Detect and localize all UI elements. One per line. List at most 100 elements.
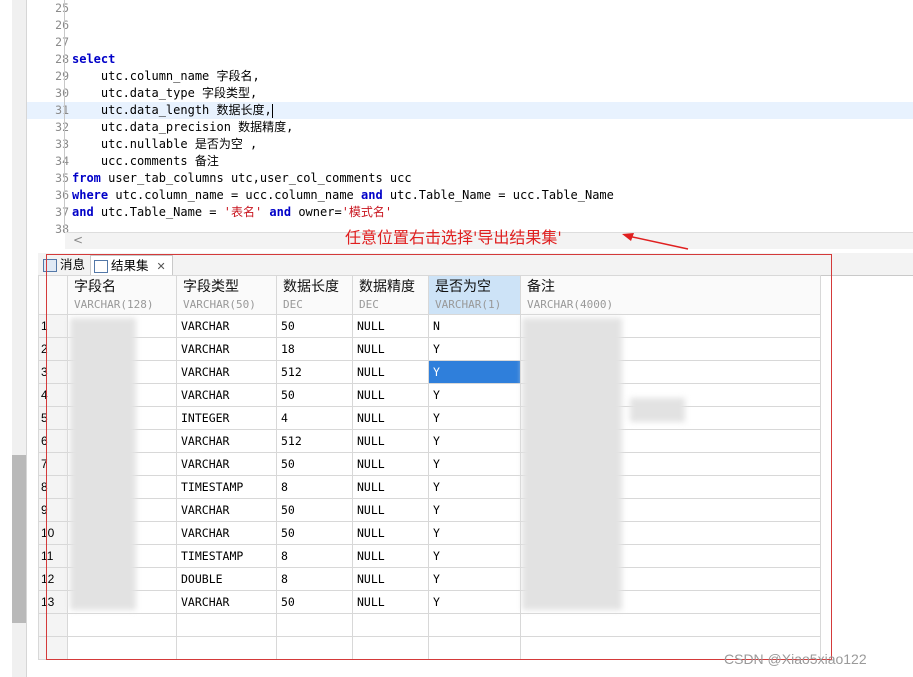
table-cell[interactable]: NULL xyxy=(352,521,429,545)
table-cell[interactable]: VARCHAR xyxy=(176,314,277,338)
table-row[interactable]: 13 VARCHAR 50 NULL Y xyxy=(38,590,821,614)
table-cell[interactable]: VARCHAR xyxy=(176,383,277,407)
table-cell[interactable]: 50 xyxy=(276,521,353,545)
sql-editor[interactable]: 25 26 27 28 select 29 utc.column_name 字段名, 30 … xyxy=(27,0,913,236)
line-number: 34 xyxy=(55,154,69,168)
table-cell[interactable]: 50 xyxy=(276,498,353,522)
column-header[interactable]: 是否为空 VARCHAR(1) xyxy=(428,275,521,315)
table-row[interactable]: 2 VARCHAR 18 NULL Y xyxy=(38,337,821,361)
table-cell[interactable]: NULL xyxy=(352,567,429,591)
row-number: 9 xyxy=(38,498,68,522)
scroll-left-icon[interactable]: < xyxy=(73,233,83,247)
row-number-header xyxy=(38,275,68,315)
code-line[interactable]: 32 utc.data_precision 数据精度, xyxy=(27,119,913,136)
table-cell[interactable]: TIMESTAMP xyxy=(176,475,277,499)
column-type: DEC xyxy=(359,298,379,311)
column-header[interactable]: 数据长度 DEC xyxy=(276,275,353,315)
column-header[interactable]: 数据精度 DEC xyxy=(352,275,429,315)
code-line[interactable]: 36 where utc.column_name = ucc.column_nam… xyxy=(27,187,913,204)
table-row[interactable]: 10 VARCHAR 50 NULL Y xyxy=(38,521,821,545)
line-number: 32 xyxy=(55,120,69,134)
table-row[interactable]: 12 DOUBLE 8 NULL Y xyxy=(38,567,821,591)
table-row[interactable]: 8 TIMESTAMP 8 NULL Y xyxy=(38,475,821,499)
column-name: 数据精度 xyxy=(359,279,415,295)
code-line[interactable]: 35 from user_tab_columns utc,user_col_com… xyxy=(27,170,913,187)
code-line[interactable]: 33 utc.nullable 是否为空 , xyxy=(27,136,913,153)
table-cell[interactable]: 50 xyxy=(276,383,353,407)
table-cell[interactable]: VARCHAR xyxy=(176,360,277,384)
column-header[interactable]: 备注 VARCHAR(4000) xyxy=(520,275,821,315)
table-cell[interactable]: 8 xyxy=(276,567,353,591)
code-line[interactable]: 29 utc.column_name 字段名, xyxy=(27,68,913,85)
code-line[interactable]: 30 utc.data_type 字段类型, xyxy=(27,85,913,102)
table-row[interactable]: 1 VARCHAR 50 NULL N xyxy=(38,314,821,338)
table-cell[interactable]: NULL xyxy=(352,429,429,453)
table-cell[interactable]: Y xyxy=(428,452,521,476)
column-header[interactable]: 字段类型 VARCHAR(50) xyxy=(176,275,277,315)
table-cell[interactable]: 8 xyxy=(276,475,353,499)
table-cell[interactable]: NULL xyxy=(352,452,429,476)
tab-resultset[interactable]: 结果集 ✕ xyxy=(90,255,173,276)
table-cell[interactable]: NULL xyxy=(352,337,429,361)
table-row[interactable]: 11 TIMESTAMP 8 NULL Y xyxy=(38,544,821,568)
table-cell[interactable]: NULL xyxy=(352,544,429,568)
table-cell[interactable]: NULL xyxy=(352,360,429,384)
table-cell[interactable]: Y xyxy=(428,544,521,568)
table-cell[interactable]: VARCHAR xyxy=(176,521,277,545)
table-cell[interactable]: Y xyxy=(428,498,521,522)
code-line[interactable]: 25 xyxy=(27,0,913,17)
table-row[interactable]: 7 VARCHAR 50 NULL Y xyxy=(38,452,821,476)
table-cell[interactable]: N xyxy=(428,314,521,338)
table-cell[interactable]: Y xyxy=(428,567,521,591)
table-cell[interactable]: VARCHAR xyxy=(176,590,277,614)
table-cell[interactable]: 50 xyxy=(276,452,353,476)
line-number: 38 xyxy=(55,222,69,236)
table-cell[interactable]: 50 xyxy=(276,314,353,338)
table-cell[interactable]: 512 xyxy=(276,360,353,384)
table-cell[interactable]: NULL xyxy=(352,590,429,614)
table-cell[interactable]: Y xyxy=(428,521,521,545)
tab-messages[interactable]: 消息 xyxy=(40,255,85,275)
code-line[interactable]: 27 xyxy=(27,34,913,51)
line-number: 37 xyxy=(55,205,69,219)
table-cell[interactable]: Y xyxy=(428,383,521,407)
redacted-comments-extra xyxy=(630,398,685,422)
table-cell[interactable]: Y xyxy=(428,337,521,361)
code-line[interactable]: 31 utc.data_length 数据长度, xyxy=(27,102,913,119)
table-cell[interactable]: Y xyxy=(428,590,521,614)
result-grid[interactable]: 字段名 VARCHAR(128) 字段类型 VARCHAR(50) 数据长度 DEC 数据精… xyxy=(38,275,821,660)
table-cell[interactable]: VARCHAR xyxy=(176,337,277,361)
table-cell[interactable]: Y xyxy=(428,475,521,499)
table-cell[interactable]: Y xyxy=(428,429,521,453)
table-cell[interactable]: INTEGER xyxy=(176,406,277,430)
table-cell[interactable]: NULL xyxy=(352,406,429,430)
code-line[interactable]: 28 select xyxy=(27,51,913,68)
table-row[interactable]: 4 VARCHAR 50 NULL Y xyxy=(38,383,821,407)
table-row[interactable]: 9 VARCHAR 50 NULL Y xyxy=(38,498,821,522)
scrollbar-thumb[interactable] xyxy=(12,455,26,623)
table-cell[interactable]: VARCHAR xyxy=(176,498,277,522)
table-cell[interactable]: NULL xyxy=(352,314,429,338)
table-row[interactable]: 5 INTEGER 4 NULL Y xyxy=(38,406,821,430)
table-cell[interactable]: VARCHAR xyxy=(176,452,277,476)
table-row[interactable]: 6 VARCHAR 512 NULL Y xyxy=(38,429,821,453)
column-header[interactable]: 字段名 VARCHAR(128) xyxy=(67,275,177,315)
table-cell[interactable]: DOUBLE xyxy=(176,567,277,591)
table-row[interactable]: 3 VARCHAR 512 NULL Y xyxy=(38,360,821,384)
code-line[interactable]: 37 and utc.Table_Name = '表名' and owner='模… xyxy=(27,204,913,221)
table-cell[interactable]: 4 xyxy=(276,406,353,430)
table-cell[interactable]: Y xyxy=(428,406,521,430)
table-cell[interactable]: 18 xyxy=(276,337,353,361)
table-cell[interactable]: NULL xyxy=(352,475,429,499)
table-cell[interactable]: 8 xyxy=(276,544,353,568)
table-cell[interactable]: VARCHAR xyxy=(176,429,277,453)
table-cell[interactable]: TIMESTAMP xyxy=(176,544,277,568)
table-cell[interactable]: Y xyxy=(428,360,521,384)
table-cell[interactable]: 512 xyxy=(276,429,353,453)
close-icon[interactable]: ✕ xyxy=(157,260,166,273)
code-line[interactable]: 26 xyxy=(27,17,913,34)
table-cell[interactable]: 50 xyxy=(276,590,353,614)
code-line[interactable]: 34 ucc.comments 备注 xyxy=(27,153,913,170)
table-cell[interactable]: NULL xyxy=(352,498,429,522)
table-cell[interactable]: NULL xyxy=(352,383,429,407)
